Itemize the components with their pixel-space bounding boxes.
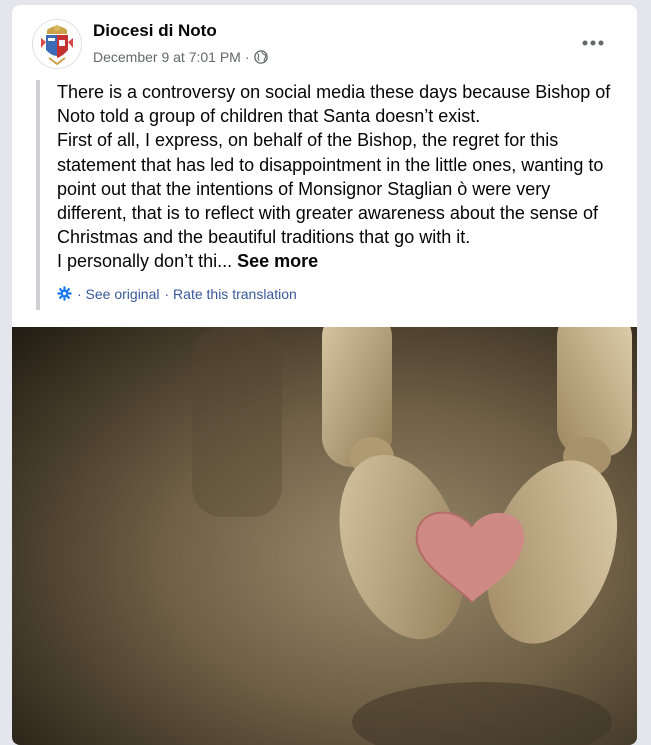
- wooden-hands-holding-heart-image: [12, 327, 637, 745]
- see-more-link[interactable]: See more: [237, 251, 318, 271]
- post-meta: December 9 at 7:01 PM ·: [93, 49, 268, 65]
- rate-translation-link[interactable]: · Rate this translation: [165, 286, 297, 302]
- post-header: Diocesi di Noto December 9 at 7:01 PM ·: [12, 5, 637, 75]
- post-paragraph: First of all, I express, on behalf of th…: [57, 130, 604, 248]
- truncated-text: I personally don’t thi...: [57, 251, 233, 272]
- gear-icon: [57, 286, 72, 301]
- post-paragraph-truncated: I personally don’t thi... See more: [57, 249, 620, 273]
- diocese-crest-icon: [33, 20, 81, 68]
- ellipsis-icon: [582, 40, 604, 46]
- more-options-button[interactable]: [573, 29, 613, 57]
- post-timestamp[interactable]: December 9 at 7:01 PM: [93, 49, 241, 65]
- translated-post-text: There is a controversy on social media t…: [36, 80, 626, 310]
- post-card: Diocesi di Noto December 9 at 7:01 PM · …: [12, 5, 637, 745]
- globe-icon[interactable]: [253, 50, 268, 64]
- post-paragraph: There is a controversy on social media t…: [57, 82, 611, 127]
- page-avatar[interactable]: [32, 19, 82, 69]
- translation-bar: · See original · Rate this translation: [57, 286, 620, 302]
- see-original-link[interactable]: · See original: [77, 286, 160, 302]
- page-name-link[interactable]: Diocesi di Noto: [93, 21, 217, 41]
- post-photo[interactable]: [12, 327, 637, 745]
- meta-separator: ·: [244, 49, 250, 65]
- post-message: There is a controversy on social media t…: [57, 80, 620, 274]
